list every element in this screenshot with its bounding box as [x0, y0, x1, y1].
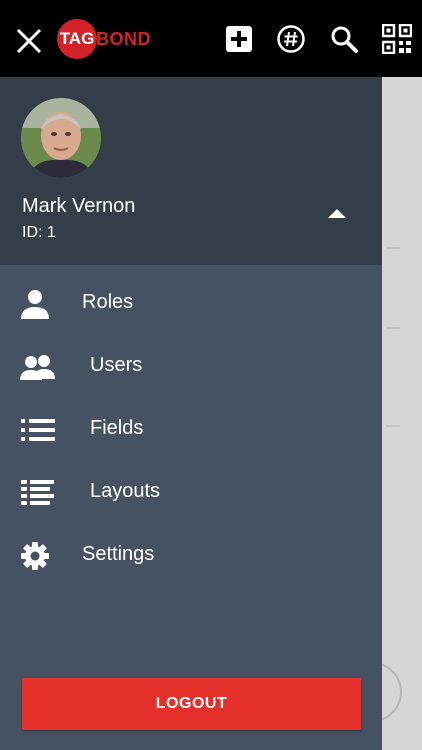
user-id: ID: 1 — [22, 224, 56, 241]
layout-list-icon — [20, 477, 56, 509]
menu-item-fields[interactable]: Fields — [0, 399, 382, 461]
menu-item-label: Roles — [82, 291, 134, 313]
add-icon[interactable] — [224, 24, 254, 54]
logout-button[interactable]: LOGOUT — [22, 678, 361, 730]
caret-up-icon[interactable] — [328, 209, 346, 218]
gear-icon — [20, 540, 56, 572]
background-divider — [386, 327, 400, 329]
menu-item-settings[interactable]: Settings — [0, 525, 382, 587]
menu-item-layouts[interactable]: Layouts — [0, 462, 382, 524]
background-divider — [386, 425, 400, 427]
menu-item-label: Users — [90, 354, 143, 376]
menu-item-label: Settings — [82, 543, 155, 565]
people-icon — [20, 351, 56, 383]
menu-item-users[interactable]: Users — [0, 336, 382, 398]
menu-item-label: Layouts — [90, 480, 161, 502]
search-icon[interactable] — [329, 24, 359, 54]
background-divider — [386, 247, 400, 249]
menu-item-label: Fields — [90, 417, 144, 439]
close-icon[interactable] — [14, 26, 44, 56]
top-app-bar: TAG BOND — [0, 0, 422, 77]
logo-tag-text: TAG — [57, 19, 97, 59]
logo-bond-text: BOND — [96, 29, 151, 49]
person-icon — [20, 288, 56, 320]
list-icon — [20, 414, 56, 446]
background-content — [382, 77, 422, 750]
avatar[interactable] — [21, 98, 101, 178]
qr-code-icon[interactable] — [381, 23, 413, 55]
user-name: Mark Vernon — [22, 195, 136, 217]
navigation-drawer: Mark Vernon ID: 1 Roles Users Fields Lay… — [0, 77, 382, 750]
menu-item-roles[interactable]: Roles — [0, 273, 382, 335]
profile-header: Mark Vernon ID: 1 — [0, 77, 382, 265]
hashtag-icon[interactable] — [276, 24, 306, 54]
